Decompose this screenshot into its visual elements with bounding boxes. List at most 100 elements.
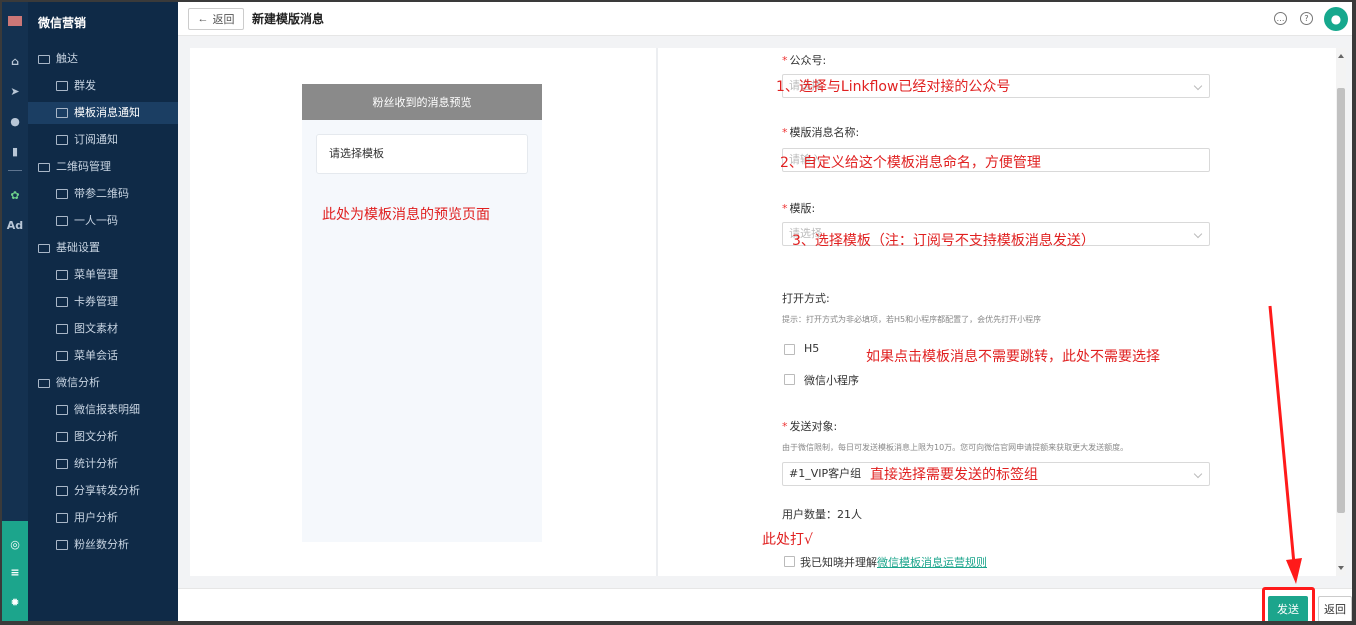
sidebar-item-label: 粉丝数分析 (74, 538, 129, 551)
h5-label: H5 (804, 342, 820, 355)
icon-rail: ⌂ ➤ ● ▮ ✿ Ad ◎ ≡ ✹ (2, 2, 28, 621)
annotation-name: 2、自定义给这个模板消息命名，方便管理 (780, 155, 1041, 171)
agree-text: 我已知晓并理解微信模板消息运营规则 (800, 556, 987, 569)
send-button[interactable]: 发送 (1268, 596, 1308, 621)
folder-icon (38, 243, 50, 253)
preview-panel: 粉丝收到的消息预览 请选择模板 此处为模板消息的预览页面 (190, 48, 656, 576)
template-label: * 模版: (782, 202, 816, 215)
sidebar-item-14[interactable]: 图文分析 (28, 426, 178, 448)
sidebar-item-label: 触达 (56, 52, 78, 65)
preview-note: 此处为模板消息的预览页面 (322, 207, 490, 223)
phone-preview: 粉丝收到的消息预览 请选择模板 (302, 84, 542, 542)
sidebar-item-label: 微信分析 (56, 376, 100, 389)
miniprogram-label: 微信小程序 (804, 374, 859, 387)
annotation-target: 直接选择需要发送的标签组 (870, 467, 1038, 483)
sidebar-item-label: 用户分析 (74, 511, 118, 524)
sidebar-menu: 微信营销 触达群发模板消息通知 订阅通知二维码管理带参二维码一人一码基础设置菜单管… (28, 2, 178, 621)
name-label: * 模版消息名称: (782, 126, 860, 139)
menu-item-icon (56, 216, 68, 226)
sidebar-group-12[interactable]: 微信分析 (28, 372, 178, 394)
sidebar-item-11[interactable]: 菜单会话 (28, 345, 178, 367)
list-icon[interactable]: ≡ (2, 561, 28, 583)
annotation-agree: 此处打√ (762, 532, 813, 548)
annotation-arrow (1268, 305, 1302, 584)
page-title: 新建模版消息 (252, 12, 325, 26)
wechat-icon[interactable]: ✿ (2, 184, 28, 206)
menu-item-icon (56, 459, 68, 469)
sidebar-group-4[interactable]: 二维码管理 (28, 156, 178, 178)
sidebar-item-label: 模板消息通知 (74, 106, 140, 119)
annotation-account: 1、选择与Linkflow已经对接的公众号 (776, 79, 1011, 95)
sidebar-item-label: 微信报表明细 (74, 403, 140, 416)
chat-icon[interactable]: … (1274, 12, 1287, 25)
sidebar-item-label: 图文素材 (74, 322, 118, 335)
sidebar-item-label: 菜单会话 (74, 349, 118, 362)
menu-item-icon (56, 486, 68, 496)
menu-item-icon (56, 297, 68, 307)
scroll-up-arrow[interactable] (1338, 54, 1344, 58)
sidebar-item-3[interactable]: 订阅通知 (28, 129, 178, 151)
bottom-bar (178, 588, 1352, 621)
sidebar-item-2[interactable]: 模板消息通知 (28, 102, 178, 124)
sidebar-item-17[interactable]: 用户分析 (28, 507, 178, 529)
sidebar-item-18[interactable]: 粉丝数分析 (28, 534, 178, 556)
sidebar-item-9[interactable]: 卡券管理 (28, 291, 178, 313)
settings-icon[interactable]: ✹ (2, 591, 28, 613)
rules-link[interactable]: 微信模板消息运营规则 (877, 556, 987, 569)
sidebar-item-label: 带参二维码 (74, 187, 129, 200)
sidebar-item-label: 基础设置 (56, 241, 100, 254)
sidebar-item-6[interactable]: 一人一码 (28, 210, 178, 232)
sidebar-item-label: 订阅通知 (74, 133, 118, 146)
avatar[interactable]: ● (1324, 7, 1348, 31)
sidebar-item-label: 菜单管理 (74, 268, 118, 281)
menu-title: 微信营销 (38, 16, 87, 30)
menu-item-icon (56, 270, 68, 280)
open-mode-hint: 提示：打开方式为非必填项，若H5和小程序都配置了，会优先打开小程序 (782, 315, 1042, 324)
sidebar-item-1[interactable]: 群发 (28, 75, 178, 97)
top-bar: ← 返回 新建模版消息 … ? ● (178, 2, 1352, 36)
target-label: * 发送对象: (782, 420, 838, 433)
return-button[interactable]: 返回 (1318, 596, 1352, 621)
sidebar-item-label: 统计分析 (74, 457, 118, 470)
sidebar-item-5[interactable]: 带参二维码 (28, 183, 178, 205)
chart-icon[interactable]: ▮ (2, 140, 28, 162)
send-icon[interactable]: ➤ (2, 80, 28, 102)
menu-item-icon (56, 324, 68, 334)
support-icon[interactable]: ◎ (2, 533, 28, 555)
arrow-left-icon: ← (197, 13, 209, 25)
scrollbar[interactable] (1336, 48, 1346, 576)
miniprogram-checkbox[interactable] (784, 374, 795, 385)
logo-icon (2, 10, 28, 32)
target-hint: 由于微信限制，每日可发送模板消息上限为10万。您可向微信官网申请提额来获取更大发… (782, 443, 1129, 452)
rail-bottom-panel: ◎ ≡ ✹ (2, 521, 28, 621)
home-icon[interactable]: ⌂ (2, 50, 28, 72)
sidebar-item-8[interactable]: 菜单管理 (28, 264, 178, 286)
scroll-thumb[interactable] (1337, 88, 1345, 513)
menu-item-icon (56, 189, 68, 199)
scroll-down-arrow[interactable] (1338, 566, 1344, 570)
sidebar-item-label: 卡券管理 (74, 295, 118, 308)
ad-icon[interactable]: Ad (2, 214, 28, 236)
menu-item-icon (56, 135, 68, 145)
sidebar-item-16[interactable]: 分享转发分析 (28, 480, 178, 502)
agree-checkbox[interactable] (784, 556, 795, 567)
sidebar-item-10[interactable]: 图文素材 (28, 318, 178, 340)
menu-item-icon (56, 540, 68, 550)
sidebar-item-15[interactable]: 统计分析 (28, 453, 178, 475)
help-icon[interactable]: ? (1300, 12, 1313, 25)
menu-item-icon (56, 81, 68, 91)
sidebar-item-label: 分享转发分析 (74, 484, 140, 497)
form-panel: * 公众号: 请选择 1、选择与Linkflow已经对接的公众号 * 模版消息名称:… (658, 48, 1336, 576)
user-icon[interactable]: ● (2, 110, 28, 132)
rail-divider (8, 170, 22, 171)
folder-icon (38, 162, 50, 172)
sidebar-group-0[interactable]: 触达 (28, 48, 178, 70)
sidebar-group-7[interactable]: 基础设置 (28, 237, 178, 259)
h5-checkbox[interactable] (784, 344, 795, 355)
sidebar-item-13[interactable]: 微信报表明细 (28, 399, 178, 421)
open-mode-label: 打开方式: (782, 292, 830, 305)
back-button[interactable]: ← 返回 (188, 8, 244, 30)
annotation-open-mode: 如果点击模板消息不需要跳转，此处不需要选择 (866, 349, 1160, 365)
sidebar-item-label: 二维码管理 (56, 160, 111, 173)
sidebar-item-label: 一人一码 (74, 214, 118, 227)
